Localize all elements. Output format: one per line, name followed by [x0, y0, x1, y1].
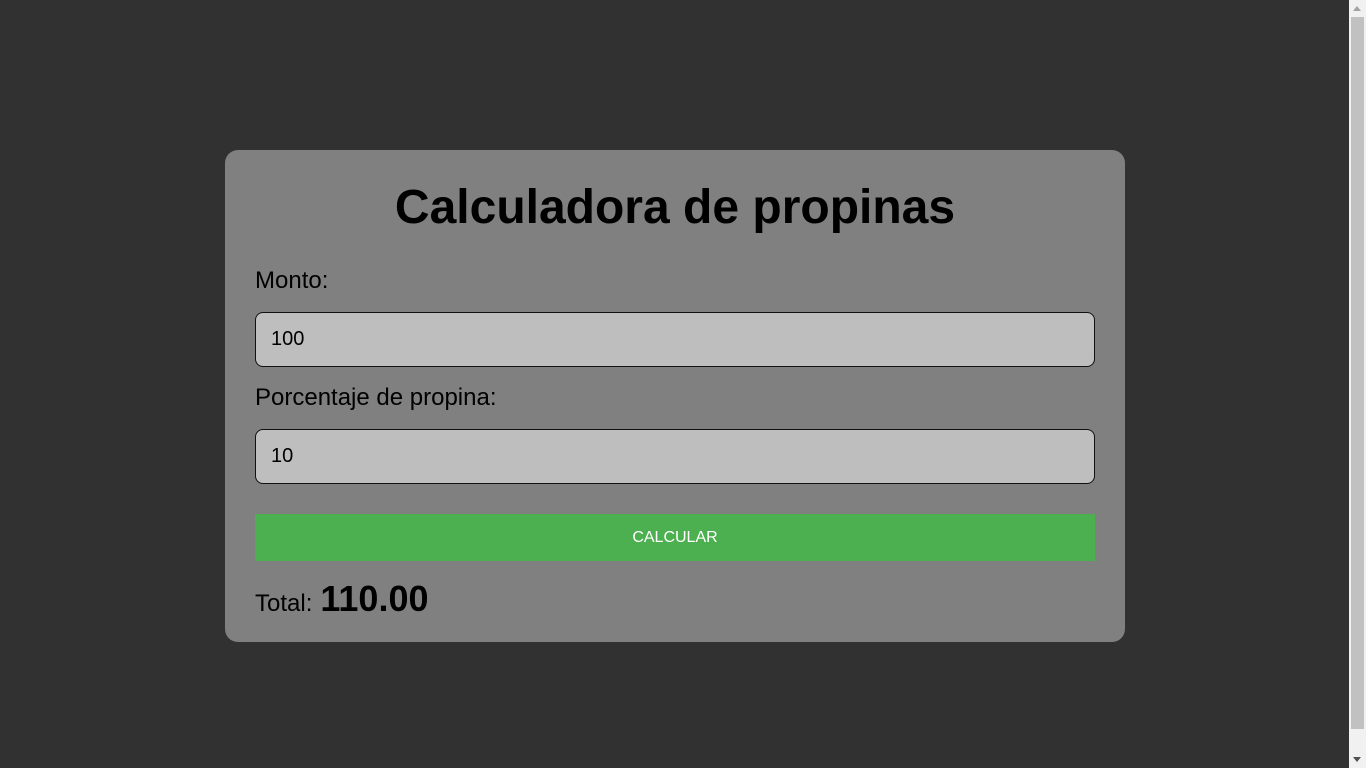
total-display: Total: 110.00	[255, 578, 1095, 620]
calculator-card: Calculadora de propinas Monto: Porcentaj…	[225, 150, 1125, 642]
page-title: Calculadora de propinas	[394, 181, 956, 234]
tip-percentage-label: Porcentaje de propina:	[255, 384, 497, 411]
scroll-down-icon[interactable]	[1353, 757, 1361, 762]
total-value: 110.00	[320, 578, 429, 619]
amount-input[interactable]	[255, 312, 1095, 367]
vertical-scrollbar[interactable]	[1349, 0, 1366, 768]
calculate-button[interactable]: CALCULAR	[255, 514, 1095, 561]
scroll-up-icon[interactable]	[1353, 6, 1361, 11]
amount-label: Monto:	[255, 267, 329, 294]
tip-percentage-input[interactable]	[255, 429, 1095, 484]
total-label: Total:	[255, 590, 313, 617]
scrollbar-thumb[interactable]	[1351, 17, 1364, 729]
